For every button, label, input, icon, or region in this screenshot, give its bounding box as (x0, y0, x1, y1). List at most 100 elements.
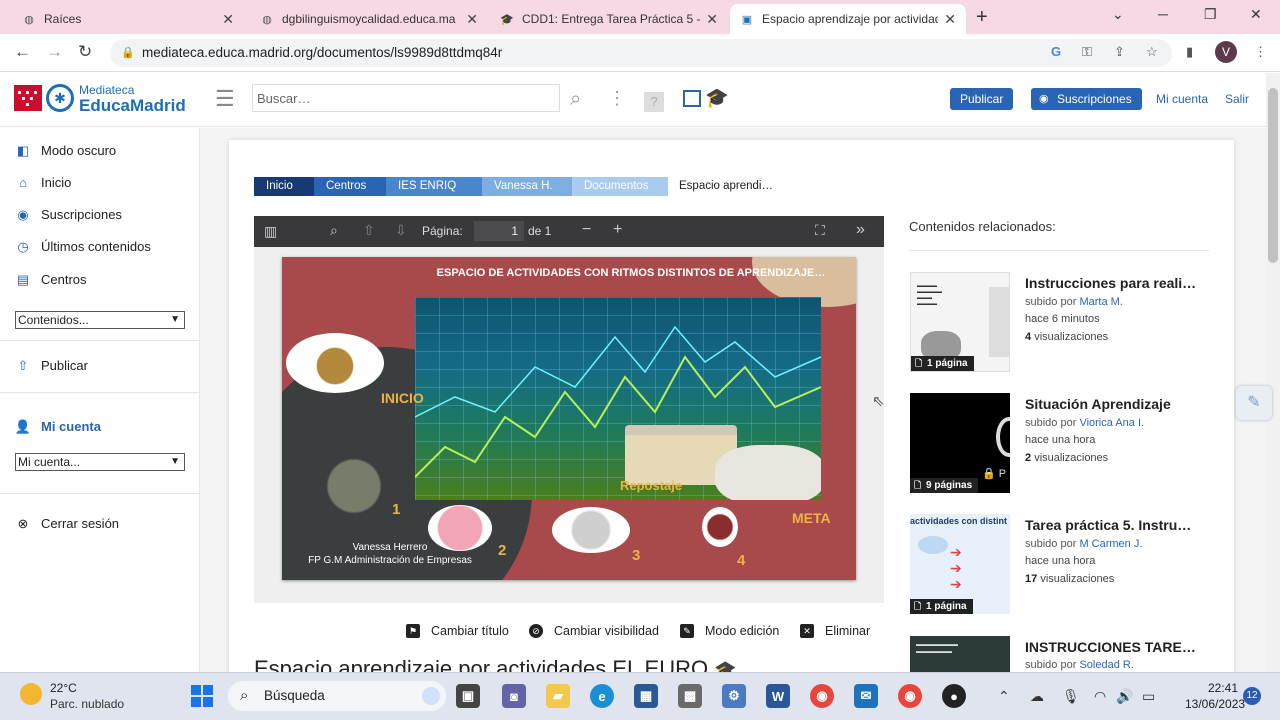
minimize-icon[interactable]: ─ (1158, 6, 1168, 22)
exit-link[interactable]: Salir (1225, 92, 1249, 106)
author-link[interactable]: Viorica Ana I. (1079, 417, 1144, 429)
help-icon[interactable]: ? (644, 92, 664, 112)
new-tab-button[interactable]: + (976, 6, 988, 29)
search-input[interactable] (252, 84, 560, 112)
sidebar-item-publish[interactable]: ⇧ Publicar (16, 358, 88, 374)
weather-condition[interactable]: Parc. nublado (50, 697, 124, 711)
share-icon[interactable]: ⇪ (1114, 44, 1125, 60)
browser-tab-raices[interactable]: ◍ Raíces ✕ (12, 4, 244, 34)
key-icon[interactable]: ⚿ (1082, 44, 1092, 60)
related-thumb-1[interactable]: ▬▬▬▬▬▬▬▬▬▬▬▬▬▬▬▬ 1 página (910, 272, 1010, 372)
subscriptions-button[interactable]: ◉ Suscripciones (1031, 88, 1142, 110)
sidebar-item-latest[interactable]: ◷ Últimos contenidos (16, 239, 151, 255)
sidebar-panel-icon[interactable]: ▮ (1186, 44, 1193, 60)
chevron-down-icon[interactable]: ⌄ (1112, 6, 1124, 23)
logo-subtitle[interactable]: Mediateca (79, 83, 134, 97)
close-icon[interactable]: ✕ (944, 11, 956, 28)
related-title-1[interactable]: Instrucciones para reali… (1025, 275, 1196, 291)
breadcrumb-centers[interactable]: Centros (314, 177, 394, 196)
windows-start-icon[interactable] (190, 684, 214, 708)
my-account-link[interactable]: Mi cuenta (1156, 92, 1208, 106)
task-view-icon[interactable]: ▣ (456, 684, 480, 708)
fullscreen-icon[interactable]: ⛶ (815, 222, 825, 239)
vertical-dots-icon[interactable]: ⋮ (608, 88, 626, 109)
page-down-icon[interactable]: ⇩ (395, 222, 407, 239)
related-title-3[interactable]: Tarea práctica 5. Instru… (1025, 517, 1191, 533)
change-visibility-button[interactable]: ⊘ Cambiar visibilidad (529, 624, 659, 638)
contents-select[interactable]: Contenidos... ▼ (15, 311, 185, 329)
onedrive-icon[interactable]: ☁ (1030, 688, 1044, 705)
word-icon[interactable]: W (766, 684, 790, 708)
author-link[interactable]: Marta M. (1079, 296, 1122, 308)
restore-icon[interactable]: ❐ (1204, 6, 1217, 23)
related-thumb-3[interactable]: actividades con distint ➔➔➔ 1 página (910, 514, 1010, 614)
profile-avatar[interactable]: V (1215, 41, 1237, 63)
network-app-icon[interactable]: ⚙ (722, 684, 746, 708)
browser-tab-dgbilinguismo[interactable]: ◍ dgbilinguismoycalidad.educa.ma ✕ (250, 4, 488, 34)
sidebar-item-logout[interactable]: ⊗ Cerrar sesión (16, 516, 119, 532)
sidebar-account-heading[interactable]: 👤 Mi cuenta (15, 419, 101, 435)
menu-dots-icon[interactable]: ⋮ (1254, 44, 1267, 60)
sidebar-item-subscriptions[interactable]: ◉ Suscripciones (16, 207, 122, 223)
search-icon[interactable]: ⌕ (330, 222, 338, 239)
chrome-icon[interactable]: ◉ (810, 684, 834, 708)
sidebar-toggle-icon[interactable]: ▥ (264, 223, 277, 240)
star-icon[interactable]: ☆ (1146, 44, 1158, 60)
chrome-profile-icon[interactable]: ◉ (898, 684, 922, 708)
sidebar-item-centers[interactable]: ▤ Centros (16, 272, 87, 288)
wifi-icon[interactable]: ◠ (1094, 688, 1106, 705)
file-explorer-icon[interactable]: ▰ (546, 684, 570, 708)
store-icon[interactable]: ▦ (634, 684, 658, 708)
microphone-icon[interactable]: 🎙 (1062, 688, 1080, 705)
breadcrumb-school[interactable]: IES ENRIQ (386, 177, 486, 196)
battery-icon[interactable]: ▭ (1142, 688, 1155, 705)
related-title-2[interactable]: Situación Aprendizaje (1025, 396, 1171, 412)
close-icon[interactable]: ✕ (706, 11, 718, 28)
author-link[interactable]: M Carmen J. (1079, 538, 1142, 550)
hamburger-menu-icon[interactable]: ☰ (215, 86, 235, 112)
close-icon[interactable]: ✕ (466, 11, 478, 28)
clock-date[interactable]: 13/06/2023 (1185, 697, 1245, 711)
edge-icon[interactable]: e (590, 684, 614, 708)
publish-button[interactable]: Publicar (950, 88, 1014, 110)
page-up-icon[interactable]: ⇧ (363, 222, 375, 239)
notification-badge[interactable]: 12 (1243, 687, 1261, 705)
related-title-4[interactable]: INSTRUCCIONES TARE… (1025, 639, 1196, 655)
close-icon[interactable]: ✕ (222, 11, 234, 28)
breadcrumb-documents[interactable]: Documentos (572, 177, 668, 196)
zoom-out-icon[interactable]: − (582, 221, 591, 239)
more-tools-icon[interactable]: » (856, 221, 865, 239)
teams-icon[interactable]: ◙ (502, 684, 526, 708)
mail-icon[interactable]: ✉ (854, 684, 878, 708)
weather-icon[interactable] (20, 683, 42, 705)
browser-tab-cdd1[interactable]: 🎓 CDD1: Entrega Tarea Práctica 5 - ✕ (490, 4, 728, 34)
sidebar-item-dark-mode[interactable]: ◧ Modo oscuro (16, 143, 116, 159)
tray-chevron-icon[interactable]: ⌃ (998, 688, 1010, 705)
page-number-input[interactable]: 1 (474, 221, 524, 241)
account-select[interactable]: Mi cuenta... ▼ (15, 453, 185, 471)
scrollbar-thumb[interactable] (1268, 88, 1278, 263)
media-app-icon[interactable]: ● (942, 684, 966, 708)
search-icon[interactable]: ⌕ (570, 88, 581, 111)
author-link[interactable]: Soledad R. (1079, 659, 1133, 671)
reload-icon[interactable]: ↻ (78, 42, 92, 62)
educamadrid-logo-icon[interactable]: ✱ (46, 84, 74, 112)
mortarboard-icon[interactable]: 🎓 (705, 86, 729, 110)
google-icon[interactable]: G (1051, 44, 1061, 59)
weather-temperature[interactable]: 22°C (50, 681, 77, 695)
breadcrumb-user[interactable]: Vanessa H. (482, 177, 580, 196)
close-window-icon[interactable]: ✕ (1250, 6, 1262, 23)
logo-title[interactable]: EducaMadrid (79, 96, 186, 116)
calculator-icon[interactable]: ▩ (678, 684, 702, 708)
back-arrow-icon[interactable]: ← (14, 42, 31, 62)
floating-tool-button[interactable]: ✎ (1236, 386, 1272, 420)
related-thumb-2[interactable]: 🔒 P 9 páginas (910, 393, 1010, 493)
square-icon[interactable] (683, 90, 701, 107)
volume-icon[interactable]: 🔊 (1116, 688, 1133, 705)
zoom-in-icon[interactable]: + (613, 221, 622, 239)
browser-tab-espacio[interactable]: ▣ Espacio aprendizaje por actividad ✕ (730, 4, 966, 34)
delete-button[interactable]: ✕ Eliminar (800, 624, 870, 638)
change-title-button[interactable]: ⚑ Cambiar título (406, 624, 509, 638)
clock-time[interactable]: 22:41 (1208, 681, 1238, 695)
edit-mode-button[interactable]: ✎ Modo edición (680, 624, 779, 638)
